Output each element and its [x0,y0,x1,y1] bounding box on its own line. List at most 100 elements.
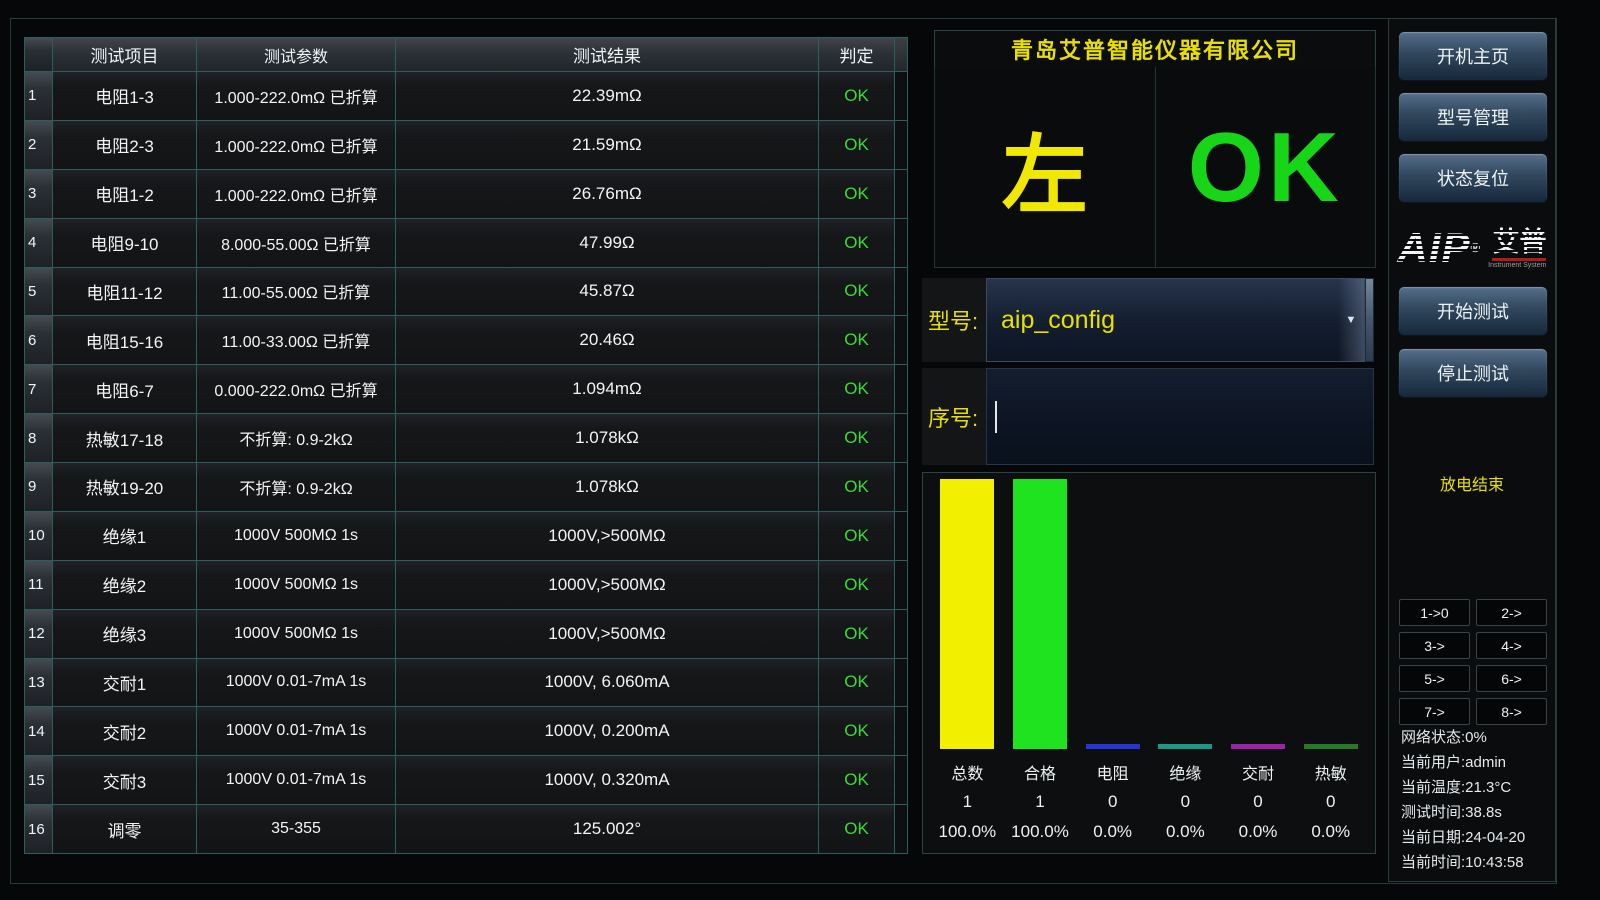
chart-category-label: 交耐 [1242,757,1274,787]
table-row[interactable]: 8热敏17-18不折算: 0.9-2kΩ1.078kΩOK [25,413,907,462]
judge-cell: OK [819,268,895,316]
model-manage-button[interactable]: 型号管理 [1398,92,1548,142]
station-indicator-text: 左 [1002,105,1088,230]
io-button[interactable]: 2-> [1476,599,1547,626]
chart-category-label: 电阻 [1097,757,1129,787]
serial-input[interactable] [986,368,1374,465]
chart-column: 总数1100.0% [931,473,1004,853]
chart-bar [1086,744,1140,749]
test-result-cell: 1000V,>500MΩ [396,610,819,658]
chart-category-label: 总数 [951,757,983,787]
table-scrollbar-track[interactable] [895,659,907,707]
row-number: 1 [25,72,53,120]
io-button[interactable]: 5-> [1399,665,1470,692]
test-item-cell: 电阻9-10 [53,219,197,267]
test-result-cell: 1000V, 6.060mA [396,659,819,707]
table-scrollbar-track[interactable] [895,219,907,267]
test-param-cell: 不折算: 0.9-2kΩ [197,463,396,511]
table-scrollbar-track[interactable] [895,561,907,609]
column-header: 测试参数 [197,38,396,71]
test-param-cell: 1000V 500MΩ 1s [197,561,396,609]
table-scrollbar-track[interactable] [895,170,907,218]
table-scrollbar-track[interactable] [895,316,907,364]
test-results-table: 测试项目测试参数测试结果判定 1电阻1-31.000-222.0mΩ 已折算22… [24,37,908,854]
table-scrollbar-track[interactable] [895,805,907,853]
test-result-cell: 1.078kΩ [396,463,819,511]
judge-cell: OK [819,414,895,462]
status-reset-button[interactable]: 状态复位 [1398,153,1548,203]
table-row[interactable]: 15交耐31000V 0.01-7mA 1s1000V, 0.320mAOK [25,755,907,804]
chart-percent-label: 100.0% [1011,817,1069,847]
table-scrollbar-track[interactable] [895,365,907,413]
chart-bar-area [1086,473,1140,749]
combo-dropdown-strip[interactable]: ▼ [1338,279,1364,361]
stop-test-button[interactable]: 停止测试 [1398,348,1548,398]
test-item-cell: 调零 [53,805,197,853]
table-row[interactable]: 2电阻2-31.000-222.0mΩ 已折算21.59mΩOK [25,120,907,169]
table-row[interactable]: 16调零35-355125.002°OK [25,804,907,853]
test-item-cell: 绝缘3 [53,610,197,658]
io-button[interactable]: 3-> [1399,632,1470,659]
column-header: 测试项目 [53,38,197,71]
io-button[interactable]: 1->0 [1399,599,1470,626]
test-param-cell: 1.000-222.0mΩ 已折算 [197,72,396,120]
table-row[interactable]: 14交耐21000V 0.01-7mA 1s1000V, 0.200mAOK [25,706,907,755]
table-row[interactable]: 3电阻1-21.000-222.0mΩ 已折算26.76mΩOK [25,169,907,218]
table-scrollbar-track[interactable] [895,414,907,462]
model-combobox[interactable]: aip_config ▼ [986,278,1365,362]
test-param-cell: 1000V 0.01-7mA 1s [197,756,396,804]
table-row[interactable]: 5电阻11-1211.00-55.00Ω 已折算45.87ΩOK [25,267,907,316]
test-result-cell: 1000V, 0.200mA [396,707,819,755]
table-row[interactable]: 9热敏19-20不折算: 0.9-2kΩ1.078kΩOK [25,462,907,511]
test-param-cell: 1000V 500MΩ 1s [197,512,396,560]
home-button[interactable]: 开机主页 [1398,31,1548,81]
table-row[interactable]: 10绝缘11000V 500MΩ 1s1000V,>500MΩOK [25,511,907,560]
table-row[interactable]: 6电阻15-1611.00-33.00Ω 已折算20.46ΩOK [25,315,907,364]
table-row[interactable]: 1电阻1-31.000-222.0mΩ 已折算22.39mΩOK [25,71,907,120]
status-line: 网络状态:0% [1401,725,1551,750]
combo-scrollbar[interactable] [1365,278,1374,362]
verdict-display: OK [1156,67,1376,267]
test-result-cell: 1.094mΩ [396,365,819,413]
judge-cell: OK [819,805,895,853]
table-row[interactable]: 4电阻9-108.000-55.00Ω 已折算47.99ΩOK [25,218,907,267]
start-test-button[interactable]: 开始测试 [1398,286,1548,336]
table-scrollbar-track[interactable] [895,268,907,316]
table-row[interactable]: 12绝缘31000V 500MΩ 1s1000V,>500MΩOK [25,609,907,658]
test-item-cell: 交耐3 [53,756,197,804]
model-value: aip_config [1001,306,1115,335]
judge-cell: OK [819,561,895,609]
status-line: 当前日期:24-04-20 [1401,825,1551,850]
test-param-cell: 8.000-55.00Ω 已折算 [197,219,396,267]
test-param-cell: 1.000-222.0mΩ 已折算 [197,121,396,169]
table-scrollbar-track[interactable] [895,756,907,804]
row-number: 11 [25,561,53,609]
judge-cell: OK [819,170,895,218]
test-param-cell: 0.000-222.0mΩ 已折算 [197,365,396,413]
io-button[interactable]: 7-> [1399,698,1470,725]
test-result-cell: 26.76mΩ [396,170,819,218]
table-row[interactable]: 13交耐11000V 0.01-7mA 1s1000V, 6.060mAOK [25,658,907,707]
row-number: 5 [25,268,53,316]
table-scrollbar-track[interactable] [895,707,907,755]
io-button[interactable]: 8-> [1476,698,1547,725]
table-scrollbar-track[interactable] [895,463,907,511]
judge-cell: OK [819,512,895,560]
chart-columns: 总数1100.0%合格1100.0%电阻00.0%绝缘00.0%交耐00.0%热… [923,473,1375,853]
chart-bar-area [1231,473,1285,749]
table-row[interactable]: 11绝缘21000V 500MΩ 1s1000V,>500MΩOK [25,560,907,609]
test-item-cell: 绝缘2 [53,561,197,609]
table-scrollbar-track[interactable] [895,512,907,560]
table-scrollbar-track[interactable] [895,72,907,120]
table-scrollbar-track[interactable] [895,610,907,658]
test-item-cell: 绝缘1 [53,512,197,560]
test-item-cell: 热敏17-18 [53,414,197,462]
table-row[interactable]: 7电阻6-70.000-222.0mΩ 已折算1.094mΩOK [25,364,907,413]
aip-logo-subtitle: Instrument System [1488,262,1546,269]
table-scrollbar-track[interactable] [895,121,907,169]
io-button[interactable]: 6-> [1476,665,1547,692]
test-result-cell: 1.078kΩ [396,414,819,462]
status-list: 网络状态:0%当前用户:admin当前温度:21.3°C测试时间:38.8s当前… [1401,725,1551,875]
aip-logo-cn: 艾普 [1492,227,1546,261]
io-button[interactable]: 4-> [1476,632,1547,659]
